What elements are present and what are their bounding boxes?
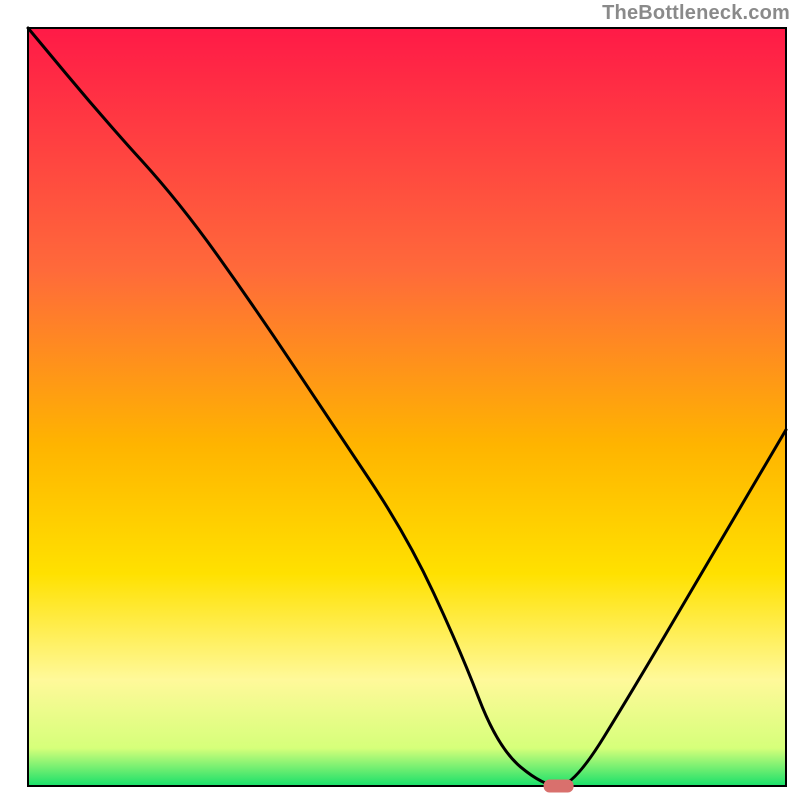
chart-svg — [0, 0, 800, 800]
optimum-marker — [544, 780, 574, 793]
plot-background — [28, 28, 786, 786]
chart-frame: TheBottleneck.com — [0, 0, 800, 800]
